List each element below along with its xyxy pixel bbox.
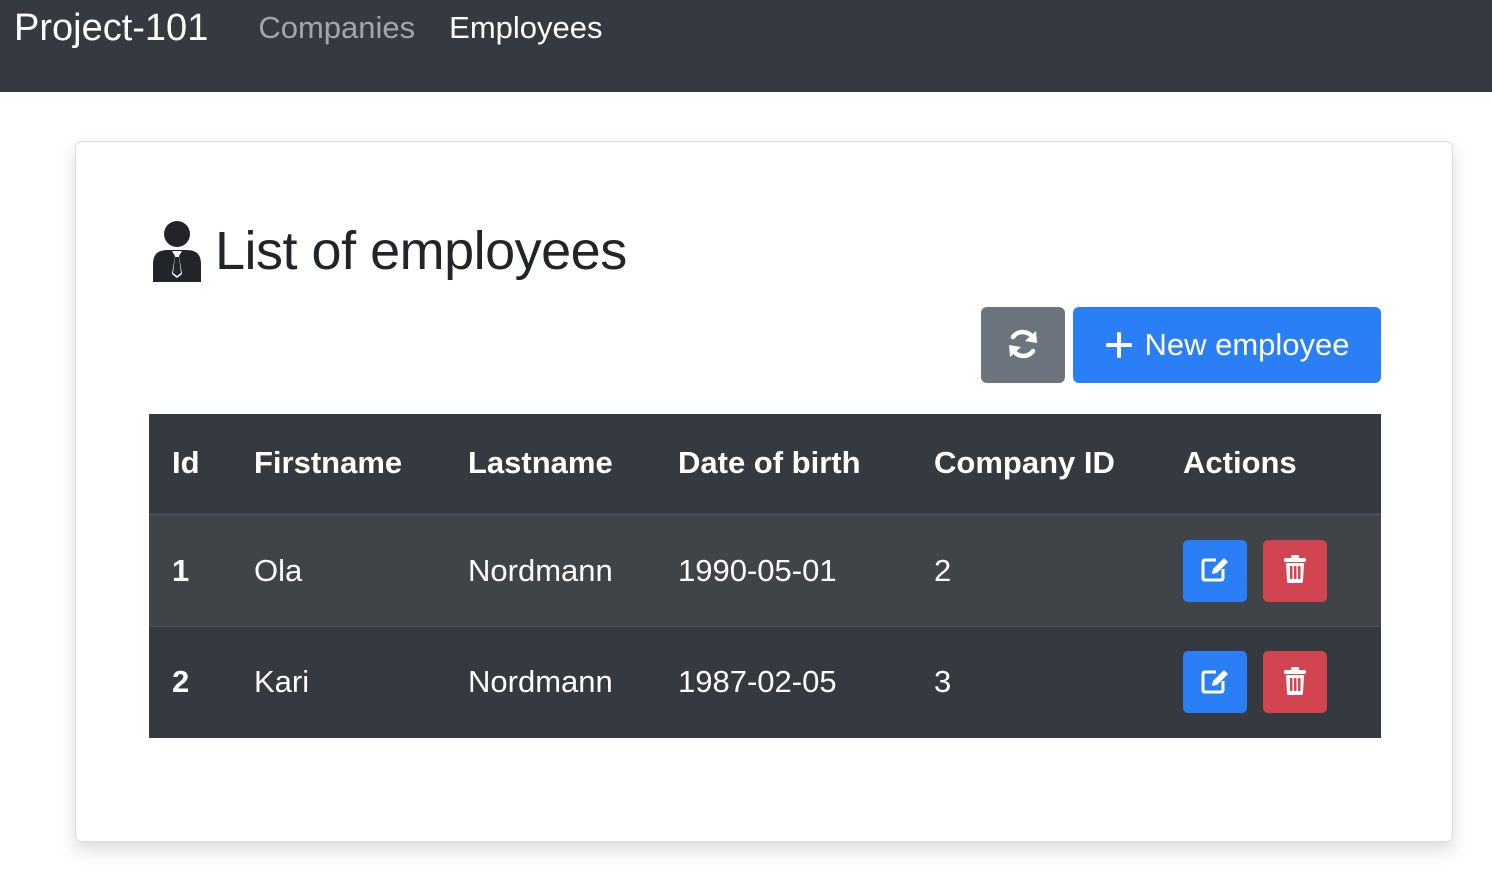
row-actions bbox=[1183, 539, 1381, 602]
new-employee-label: New employee bbox=[1144, 327, 1350, 362]
table-row: 1 Ola Nordmann 1990-05-01 2 bbox=[149, 514, 1381, 627]
cell-dob: 1987-02-05 bbox=[678, 664, 837, 700]
edit-icon bbox=[1200, 555, 1230, 586]
page-title: List of employees bbox=[215, 221, 627, 281]
brand-logo-text[interactable]: Project-101 bbox=[14, 7, 208, 50]
refresh-button[interactable] bbox=[981, 307, 1065, 383]
plus-icon bbox=[1104, 330, 1134, 360]
column-header-company-id[interactable]: Company ID bbox=[911, 414, 1160, 516]
new-employee-button[interactable]: New employee bbox=[1073, 307, 1381, 383]
column-header-dob[interactable]: Date of birth bbox=[655, 414, 911, 516]
cell-firstname: Ola bbox=[231, 514, 445, 627]
column-header-lastname[interactable]: Lastname bbox=[445, 414, 655, 516]
edit-icon bbox=[1200, 667, 1230, 698]
page-header: List of employees bbox=[151, 220, 627, 282]
edit-button[interactable] bbox=[1183, 539, 1247, 602]
table-row: 2 Kari Nordmann 1987-02-05 3 bbox=[149, 626, 1381, 738]
delete-button[interactable] bbox=[1263, 651, 1327, 714]
cell-company-id: 3 bbox=[934, 664, 952, 700]
nav-link-companies[interactable]: Companies bbox=[258, 10, 415, 46]
cell-actions bbox=[1160, 514, 1381, 627]
top-navbar: Project-101 Companies Employees bbox=[0, 0, 1492, 92]
employees-table: Id Firstname Lastname Date of birth Comp… bbox=[149, 414, 1381, 738]
row-actions bbox=[1183, 651, 1381, 714]
cell-firstname: Kari bbox=[254, 664, 310, 700]
cell-actions bbox=[1160, 626, 1381, 738]
column-header-firstname[interactable]: Firstname bbox=[231, 414, 445, 516]
nav-link-employees[interactable]: Employees bbox=[449, 10, 602, 46]
column-header-id[interactable]: Id bbox=[149, 414, 231, 516]
employees-card: List of employees New employee Id Firstn… bbox=[75, 141, 1453, 842]
cell-lastname: Nordmann bbox=[468, 664, 613, 700]
cell-id: 1 bbox=[149, 514, 231, 627]
person-tie-icon bbox=[151, 220, 203, 282]
delete-button[interactable] bbox=[1263, 539, 1327, 602]
cell-id: 2 bbox=[172, 664, 190, 700]
table-header-row: Id Firstname Lastname Date of birth Comp… bbox=[149, 414, 1381, 516]
trash-icon bbox=[1283, 555, 1307, 586]
cell-company-id: 2 bbox=[911, 514, 1160, 627]
cell-lastname: Nordmann bbox=[445, 514, 655, 627]
cell-dob: 1990-05-01 bbox=[655, 514, 911, 627]
column-header-actions: Actions bbox=[1160, 414, 1381, 516]
trash-icon bbox=[1283, 666, 1307, 698]
refresh-icon bbox=[1006, 327, 1040, 364]
edit-button[interactable] bbox=[1183, 651, 1247, 714]
